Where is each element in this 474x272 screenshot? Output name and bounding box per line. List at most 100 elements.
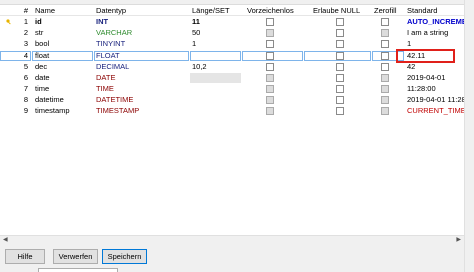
zerofill-checkbox[interactable] — [381, 63, 389, 71]
unsigned-checkbox[interactable] — [266, 18, 274, 26]
row-number: 2 — [23, 28, 28, 37]
column-default[interactable]: 11:28:00 — [407, 84, 464, 94]
column-type[interactable]: DATE — [96, 73, 188, 83]
discard-button[interactable]: Verwerfen — [53, 249, 98, 264]
arrow-left-icon[interactable]: ◀ — [3, 237, 8, 243]
row-number: 3 — [23, 39, 28, 48]
table-row[interactable]: 5 dec DECIMAL 10,2 42 — [0, 62, 464, 72]
zerofill-checkbox[interactable] — [381, 40, 389, 48]
header-zerofill[interactable]: Zerofill — [374, 6, 397, 16]
column-type[interactable]: FLOAT — [96, 51, 188, 61]
row-number: 9 — [23, 106, 28, 115]
unsigned-checkbox[interactable] — [266, 52, 274, 60]
help-button[interactable]: Hilfe — [5, 249, 45, 264]
row-number: 4 — [23, 51, 28, 60]
header-allow-null[interactable]: Erlaube NULL — [313, 6, 360, 16]
column-name[interactable]: float — [35, 51, 93, 61]
arrow-right-icon[interactable]: ▶ — [456, 237, 461, 243]
column-length[interactable] — [192, 51, 240, 61]
column-name[interactable]: dec — [35, 62, 93, 72]
allow-null-checkbox[interactable] — [336, 18, 344, 26]
column-length[interactable]: 1 — [192, 39, 240, 49]
vertical-strip — [464, 0, 474, 272]
column-default[interactable]: 1 — [407, 39, 464, 49]
table-row[interactable]: 6 date DATE 2019-04-01 — [0, 73, 464, 83]
key-icon — [6, 19, 11, 25]
allow-null-checkbox[interactable] — [336, 29, 344, 37]
column-length[interactable]: 10,2 — [192, 62, 240, 72]
table-row[interactable]: 3 bool TINYINT 1 1 — [0, 39, 464, 49]
column-name[interactable]: bool — [35, 39, 93, 49]
column-type[interactable]: DECIMAL — [96, 62, 188, 72]
horizontal-scrollbar[interactable]: ◀ ▶ — [0, 235, 464, 243]
column-type[interactable]: TIME — [96, 84, 188, 94]
column-type[interactable]: TIMESTAMP — [96, 106, 188, 116]
table-row[interactable]: 7 time TIME 11:28:00 — [0, 84, 464, 94]
column-length[interactable] — [192, 84, 240, 94]
row-number: 8 — [23, 95, 28, 104]
unsigned-checkbox[interactable] — [266, 40, 274, 48]
column-length[interactable] — [192, 106, 240, 116]
column-length[interactable] — [192, 73, 240, 83]
unsigned-checkbox[interactable] — [266, 29, 274, 37]
unsigned-checkbox[interactable] — [266, 85, 274, 93]
header-unsigned[interactable]: Vorzeichenlos — [247, 6, 294, 16]
zerofill-checkbox[interactable] — [381, 85, 389, 93]
table-row[interactable]: 9 timestamp TIMESTAMP CURRENT_TIMES... — [0, 106, 464, 116]
grid-top-strip — [0, 0, 464, 5]
header-name[interactable]: Name — [35, 6, 93, 16]
column-name[interactable]: timestamp — [35, 106, 93, 116]
header-num[interactable]: # — [16, 6, 28, 16]
unsigned-checkbox[interactable] — [266, 74, 274, 82]
column-type[interactable]: TINYINT — [96, 39, 188, 49]
row-number: 5 — [23, 62, 28, 71]
column-type[interactable]: VARCHAR — [96, 28, 188, 38]
column-length[interactable]: 50 — [192, 28, 240, 38]
unsigned-checkbox[interactable] — [266, 107, 274, 115]
header-type[interactable]: Datentyp — [96, 6, 188, 16]
allow-null-checkbox[interactable] — [336, 40, 344, 48]
allow-null-checkbox[interactable] — [336, 85, 344, 93]
table-row-editing[interactable]: 4 float FLOAT 42.11 — [0, 51, 464, 61]
zerofill-checkbox[interactable] — [381, 18, 389, 26]
zerofill-checkbox[interactable] — [381, 107, 389, 115]
allow-null-checkbox[interactable] — [336, 74, 344, 82]
header-length[interactable]: Länge/SET — [192, 6, 240, 16]
header-default[interactable]: Standard — [407, 6, 464, 16]
column-type[interactable]: DATETIME — [96, 95, 188, 105]
row-number: 6 — [23, 73, 28, 82]
zerofill-checkbox[interactable] — [381, 96, 389, 104]
zerofill-checkbox[interactable] — [381, 74, 389, 82]
bottom-tab-edge — [38, 268, 118, 272]
row-number: 1 — [23, 17, 28, 26]
allow-null-checkbox[interactable] — [336, 52, 344, 60]
table-row[interactable]: 2 str VARCHAR 50 I am a string — [0, 28, 464, 38]
column-name[interactable]: datetime — [35, 95, 93, 105]
column-default[interactable]: 42 — [407, 62, 464, 72]
save-button[interactable]: Speichern — [102, 249, 147, 264]
zerofill-checkbox[interactable] — [381, 29, 389, 37]
column-length[interactable]: 11 — [192, 17, 240, 27]
zerofill-checkbox[interactable] — [381, 52, 389, 60]
column-name[interactable]: time — [35, 84, 93, 94]
grid-header: # Name Datentyp Länge/SET Vorzeichenlos … — [0, 6, 464, 16]
unsigned-checkbox[interactable] — [266, 63, 274, 71]
column-default[interactable]: I am a string — [407, 28, 464, 38]
column-length[interactable] — [192, 95, 240, 105]
allow-null-checkbox[interactable] — [336, 63, 344, 71]
allow-null-checkbox[interactable] — [336, 96, 344, 104]
column-default[interactable]: 2019-04-01 11:28:00 — [407, 95, 464, 105]
column-type[interactable]: INT — [96, 17, 188, 27]
column-name[interactable]: id — [35, 17, 93, 27]
annotation-highlight-box — [396, 49, 455, 63]
columns-grid: # Name Datentyp Länge/SET Vorzeichenlos … — [0, 0, 464, 235]
column-default[interactable]: 2019-04-01 — [407, 73, 464, 83]
column-name[interactable]: str — [35, 28, 93, 38]
allow-null-checkbox[interactable] — [336, 107, 344, 115]
unsigned-checkbox[interactable] — [266, 96, 274, 104]
table-row[interactable]: 8 datetime DATETIME 2019-04-01 11:28:00 — [0, 95, 464, 105]
column-default[interactable]: AUTO_INCREME... — [407, 17, 464, 27]
table-row[interactable]: 1 id INT 11 AUTO_INCREME... — [0, 17, 464, 27]
column-name[interactable]: date — [35, 73, 93, 83]
column-default[interactable]: CURRENT_TIMES... — [407, 106, 464, 116]
